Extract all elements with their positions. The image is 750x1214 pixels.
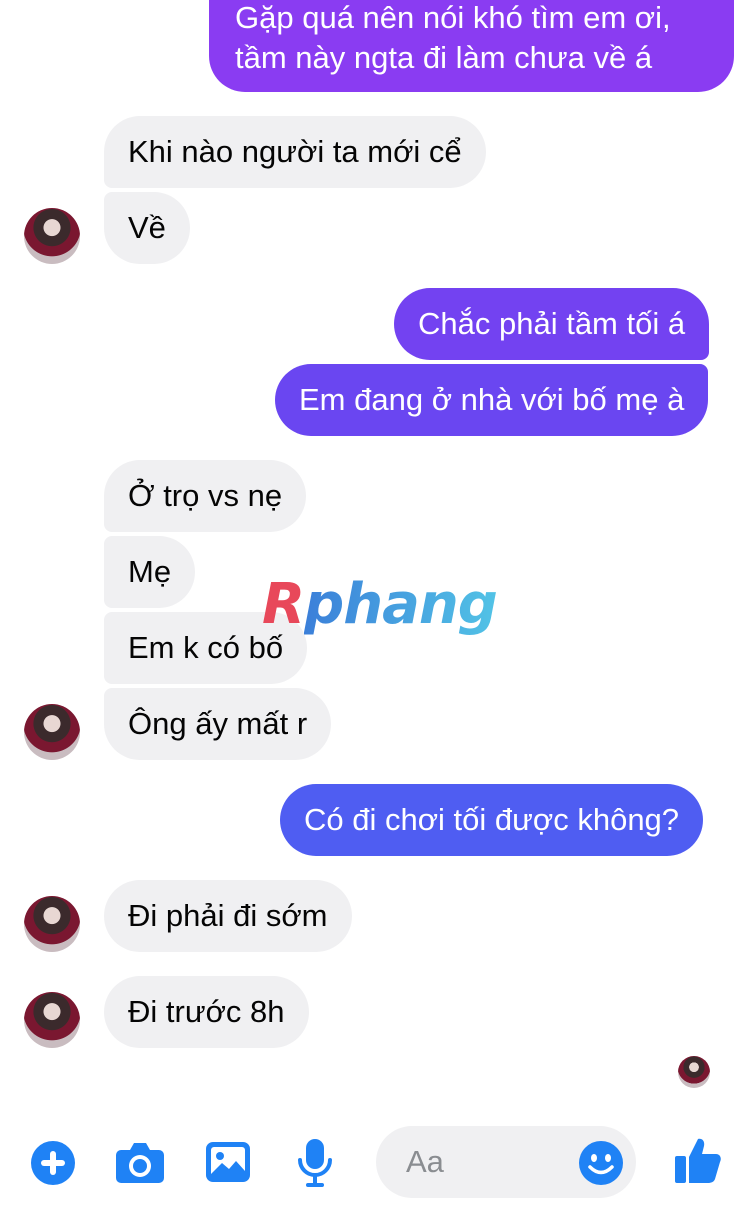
message-text: Ở trọ vs nẹ — [128, 478, 283, 513]
message-bubble-outgoing[interactable]: Em đang ở nhà với bố mẹ à — [275, 364, 709, 436]
message-bubble-outgoing[interactable]: Chắc phải tầm tối á — [394, 288, 710, 360]
message-text-line: Gặp quá nên nói khó tìm em ơi, — [235, 0, 671, 35]
message-input[interactable]: Aa — [376, 1126, 636, 1198]
contact-avatar[interactable] — [24, 896, 80, 952]
message-text: Về — [128, 210, 166, 245]
contact-avatar[interactable] — [24, 704, 80, 760]
message-text: Em đang ở nhà với bố mẹ à — [299, 382, 685, 417]
watermark-letter: R — [262, 572, 305, 637]
message-bubble-outgoing[interactable]: Có đi chơi tối được không? — [280, 784, 704, 856]
contact-avatar[interactable] — [24, 208, 80, 264]
message-input-placeholder: Aa — [406, 1144, 444, 1179]
composer-bar — [0, 1110, 750, 1214]
message-text: Đi trước 8h — [128, 994, 285, 1029]
chat-thread: Gặp quá nên nói khó tìm em ơi, tầm này n… — [0, 0, 750, 1214]
message-text: Khi nào người ta mới cể — [128, 134, 462, 169]
message-text: Chắc phải tầm tối á — [418, 306, 686, 341]
image-icon[interactable] — [205, 1141, 251, 1188]
message-text: Đi phải đi sớm — [128, 898, 328, 933]
message-text-line: tầm này ngta đi làm chưa về á — [235, 40, 653, 75]
message-bubble-incoming[interactable]: Về — [104, 192, 190, 264]
thumbs-up-icon[interactable] — [674, 1136, 722, 1189]
message-bubble-outgoing[interactable]: Gặp quá nên nói khó tìm em ơi, tầm này n… — [209, 0, 734, 92]
message-text: Em k có bố — [128, 630, 284, 665]
camera-icon[interactable] — [115, 1140, 165, 1189]
microphone-icon[interactable] — [297, 1138, 333, 1193]
message-bubble-incoming[interactable]: Khi nào người ta mới cể — [104, 116, 486, 188]
emoji-icon[interactable] — [578, 1140, 624, 1191]
message-bubble-incoming[interactable]: Ông ấy mất r — [104, 688, 332, 760]
message-bubble-incoming[interactable]: Ở trọ vs nẹ — [104, 460, 307, 532]
watermark-logo: Rphang — [262, 572, 498, 637]
message-text: Mẹ — [128, 554, 172, 589]
read-receipt-avatar — [678, 1056, 710, 1088]
plus-icon[interactable] — [30, 1140, 76, 1191]
message-text: Ông ấy mất r — [128, 706, 308, 741]
contact-avatar[interactable] — [24, 992, 80, 1048]
message-bubble-incoming[interactable]: Mẹ — [104, 536, 196, 608]
message-text: Có đi chơi tối được không? — [304, 802, 680, 837]
message-bubble-incoming[interactable]: Đi phải đi sớm — [104, 880, 352, 952]
message-bubble-incoming[interactable]: Đi trước 8h — [104, 976, 309, 1048]
watermark-text: phang — [304, 572, 498, 637]
